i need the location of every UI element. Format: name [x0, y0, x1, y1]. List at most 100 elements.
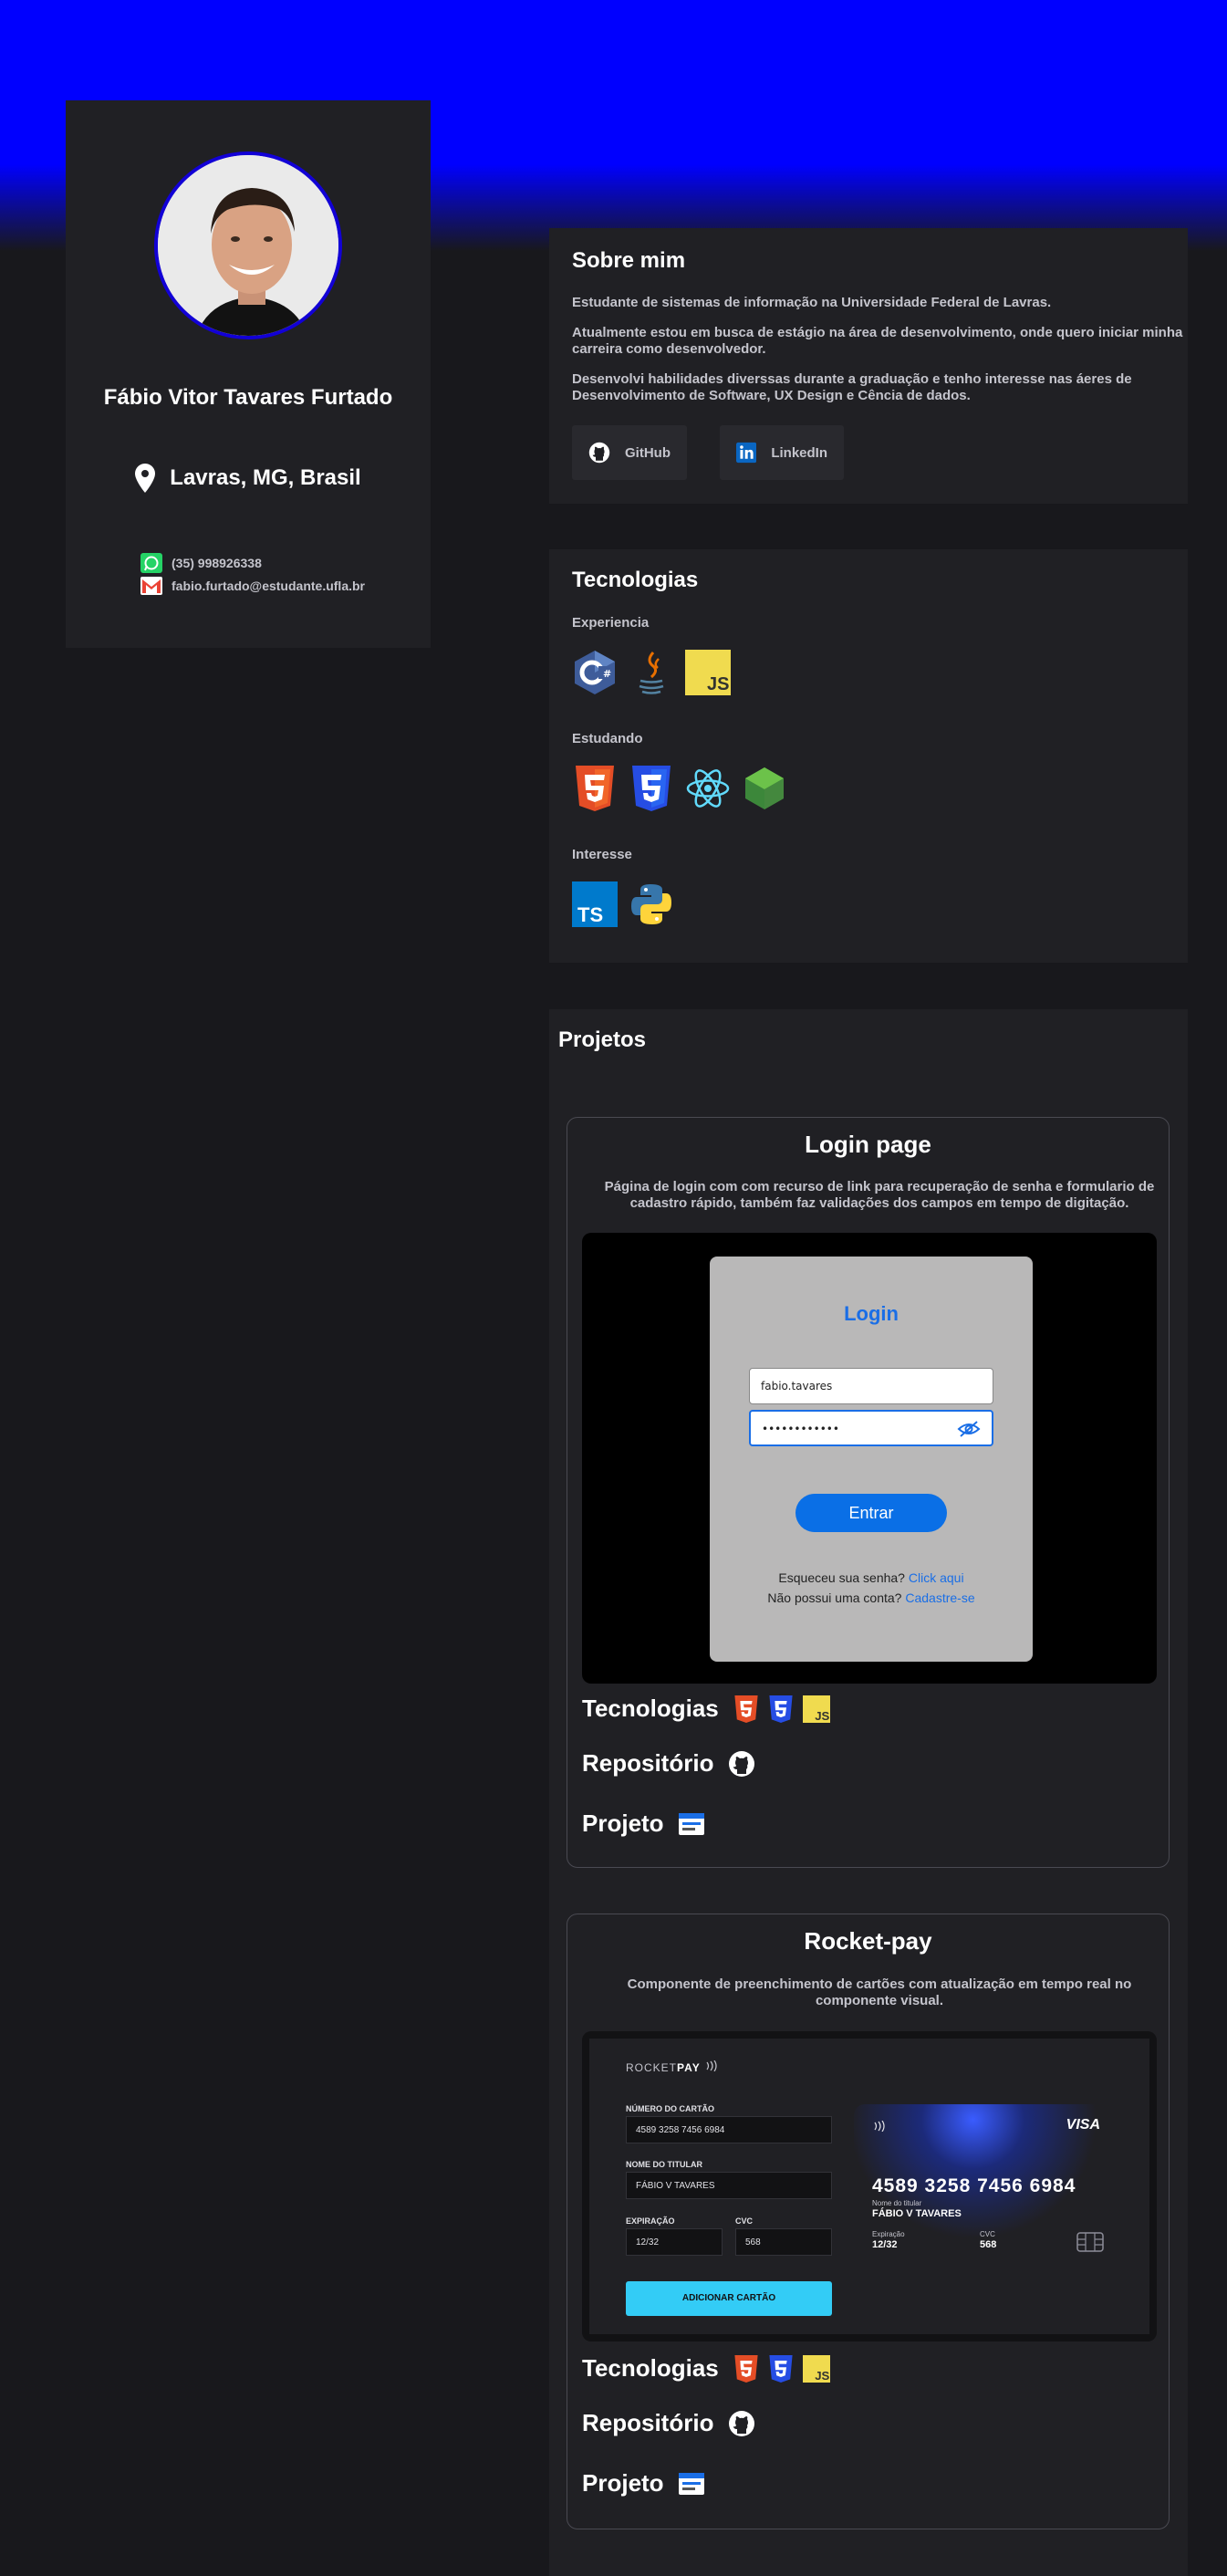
java-icon [629, 650, 674, 695]
password-value: •••••••••••• [762, 1423, 839, 1435]
project-description: Componente de preenchimento de cartões c… [627, 1976, 1132, 2008]
project-description: Página de login com com recurso de link … [604, 1179, 1155, 1211]
signup-text: Não possui uma conta? Cadastre-se [710, 1590, 1033, 1605]
css3-icon [769, 1695, 793, 1723]
project-label: Projeto [582, 2469, 664, 2497]
project-link[interactable]: Projeto [582, 2469, 704, 2498]
repository-label: Repositório [582, 1749, 714, 1777]
signup-link[interactable]: Cadastre-se [905, 1590, 974, 1605]
github-icon[interactable] [728, 1750, 755, 1778]
logo-light: ROCKET [626, 2061, 678, 2074]
linkedin-button[interactable]: LinkedIn [720, 425, 844, 480]
svg-text:#: # [603, 668, 611, 680]
login-button[interactable]: Entrar [795, 1494, 947, 1532]
visa-logo: VISA [1066, 2117, 1100, 2133]
technologies-label: Tecnologias [582, 1695, 719, 1722]
cvc-input[interactable]: 568 [735, 2228, 832, 2256]
card-cvc-display: 568 [980, 2239, 997, 2250]
card-expiry-label: Expiração [872, 2230, 905, 2238]
contacts: (35) 998926338 fabio.furtado@estudante.u… [140, 551, 365, 597]
project-title: Rocket-pay [804, 1927, 932, 1955]
add-card-button[interactable]: ADICIONAR CARTÃO [626, 2281, 832, 2316]
gmail-icon [140, 576, 162, 595]
technologies-title: Tecnologias [572, 568, 699, 592]
technologies-section: Tecnologias Experiencia # JS Estudando I… [549, 549, 1188, 963]
login-title: Login [844, 1302, 899, 1325]
signup-prompt: Não possui uma conta? [767, 1590, 902, 1605]
interest-label: Interesse [572, 847, 632, 862]
project-preview: Login fabio.tavares •••••••••••• Entrar … [582, 1233, 1157, 1684]
github-icon [588, 442, 610, 464]
card-cvc-label: CVC [980, 2230, 995, 2238]
linkedin-label: LinkedIn [771, 444, 827, 461]
card-holder-display: FÁBIO V TAVARES [872, 2208, 962, 2219]
css3-icon [629, 766, 674, 811]
project-label: Projeto [582, 1809, 664, 1837]
studying-label: Estudando [572, 731, 643, 746]
forgot-text: Esqueceu sua senha? [778, 1570, 905, 1585]
about-paragraph: Atualmente estou em busca de estágio na … [572, 325, 1183, 357]
card-number-label: NÚMERO DO CARTÃO [626, 2104, 714, 2113]
about-title: Sobre mim [572, 248, 686, 273]
cvc-label: CVC [735, 2216, 754, 2226]
about-paragraph: Desenvolvi habilidades diverssas durante… [572, 371, 1132, 403]
avatar [154, 151, 342, 339]
project-card-rocketpay: Rocket-pay Componente de preenchimento d… [567, 1914, 1170, 2529]
card-expiry-display: 12/32 [872, 2239, 898, 2250]
card-number-display: 4589 3258 7456 6984 [872, 2175, 1076, 2196]
about-paragraph: Estudante de sistemas de informação na U… [572, 295, 1052, 310]
holder-label: NOME DO TITULAR [626, 2160, 702, 2169]
browser-window-icon[interactable] [678, 1812, 704, 1835]
nodejs-icon [742, 766, 787, 811]
typescript-icon: TS [572, 881, 618, 927]
project-technologies: Tecnologias JS [582, 2354, 830, 2383]
javascript-icon: JS [802, 1695, 830, 1723]
python-icon [629, 881, 674, 927]
whatsapp-icon [140, 552, 162, 573]
contactless-icon [706, 2060, 717, 2072]
expiry-label: EXPIRAÇÃO [626, 2216, 675, 2226]
phone-contact[interactable]: (35) 998926338 [140, 551, 365, 574]
github-icon[interactable] [728, 2410, 755, 2437]
project-repository[interactable]: Repositório [582, 1749, 755, 1778]
password-field[interactable]: •••••••••••• [749, 1410, 993, 1446]
map-pin-icon [135, 464, 156, 493]
phone-text: (35) 998926338 [172, 555, 262, 570]
project-link[interactable]: Projeto [582, 1809, 704, 1838]
card-number-input[interactable]: 4589 3258 7456 6984 [626, 2116, 832, 2143]
project-repository[interactable]: Repositório [582, 2409, 755, 2437]
forgot-link[interactable]: Click aqui [909, 1570, 964, 1585]
svg-text:JS: JS [815, 1709, 829, 1723]
project-title: Login page [805, 1131, 931, 1158]
location-text: Lavras, MG, Brasil [170, 465, 361, 490]
svg-text:TS: TS [577, 903, 603, 926]
github-button[interactable]: GitHub [572, 425, 687, 480]
repository-label: Repositório [582, 2409, 714, 2436]
experience-icons: # JS [572, 650, 731, 695]
logo-bold: PAY [677, 2061, 701, 2074]
location: Lavras, MG, Brasil [66, 464, 431, 493]
email-contact[interactable]: fabio.furtado@estudante.ufla.br [140, 574, 365, 597]
project-technologies: Tecnologias JS [582, 1695, 830, 1723]
expiry-input[interactable]: 12/32 [626, 2228, 723, 2256]
contactless-icon [874, 2121, 885, 2132]
email-text: fabio.furtado@estudante.ufla.br [172, 578, 365, 593]
linkedin-icon [736, 442, 757, 464]
github-label: GitHub [625, 444, 671, 461]
html5-icon [734, 1695, 758, 1723]
c-sharp-icon: # [572, 650, 618, 695]
projects-section: Projetos Login page Página de login com … [549, 1009, 1188, 2576]
eye-slash-icon[interactable] [957, 1420, 981, 1438]
projects-title: Projetos [558, 1027, 647, 1052]
forgot-password-text: Esqueceu sua senha? Click aqui [710, 1570, 1033, 1585]
about-section: Sobre mim Estudante de sistemas de infor… [549, 228, 1188, 504]
card-holder-label: Nome do titular [872, 2199, 922, 2207]
interest-icons: TS [572, 881, 674, 927]
login-card: Login fabio.tavares •••••••••••• Entrar … [710, 1257, 1033, 1662]
svg-text:JS: JS [707, 674, 729, 694]
username-field[interactable]: fabio.tavares [749, 1368, 993, 1404]
holder-input[interactable]: FÁBIO V TAVARES [626, 2172, 832, 2199]
experience-label: Experiencia [572, 615, 650, 631]
browser-window-icon[interactable] [678, 2472, 704, 2495]
credit-card-preview: VISA 4589 3258 7456 6984 Nome do titular… [854, 2104, 1118, 2259]
